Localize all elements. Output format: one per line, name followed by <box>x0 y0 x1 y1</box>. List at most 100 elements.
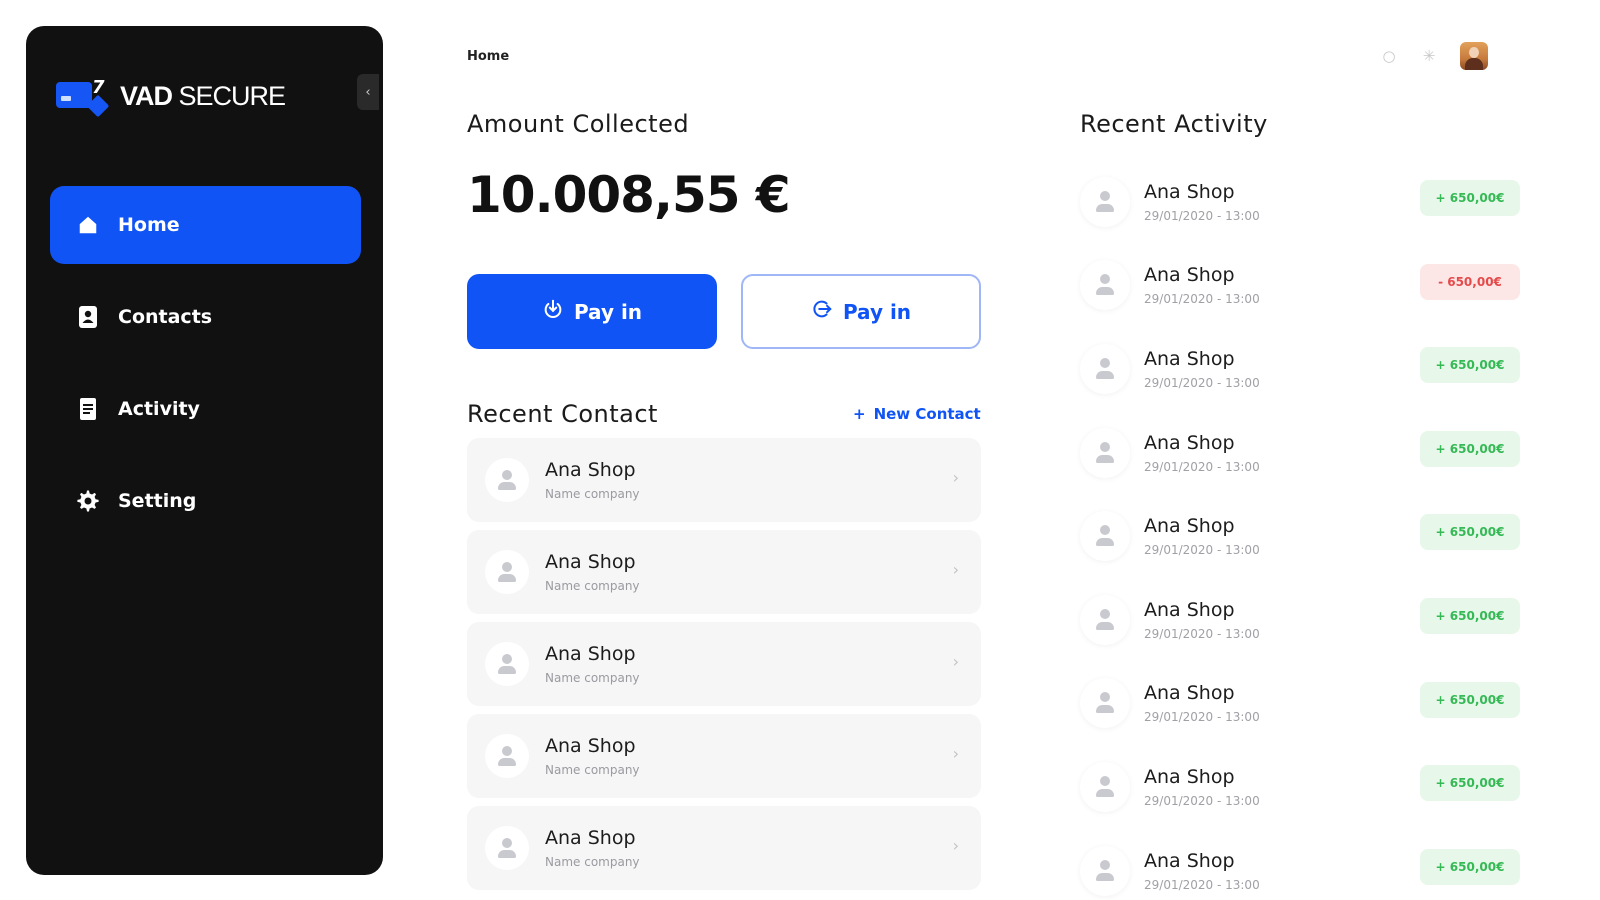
activity-name: Ana Shop <box>1144 765 1235 788</box>
person-icon <box>1080 176 1130 227</box>
download-icon <box>542 298 564 326</box>
activity-row[interactable]: Ana Shop 29/01/2020 - 13:00 + 650,00€ <box>1080 745 1520 829</box>
recent-contact-list: Ana Shop Name company › Ana Shop Name co… <box>467 438 981 898</box>
activity-name: Ana Shop <box>1144 515 1235 538</box>
activity-datetime: 29/01/2020 - 13:00 <box>1144 710 1260 725</box>
chevron-right-icon: › <box>952 652 959 671</box>
sidebar-item-setting[interactable]: Setting <box>50 462 361 540</box>
contact-company: Name company <box>545 579 640 593</box>
search-icon[interactable]: ○ <box>1380 47 1398 65</box>
amount-badge: + 650,00€ <box>1420 597 1520 634</box>
login-icon <box>811 298 833 326</box>
activity-row[interactable]: Ana Shop 29/01/2020 - 13:00 + 650,00€ <box>1080 411 1520 495</box>
sidebar-item-label: Home <box>118 214 180 236</box>
contact-company: Name company <box>545 763 640 777</box>
sidebar-item-home[interactable]: Home <box>50 186 361 264</box>
amount-collected-value: 10.008,55 € <box>467 166 791 224</box>
activity-datetime: 29/01/2020 - 13:00 <box>1144 459 1260 474</box>
chevron-right-icon: › <box>952 468 959 487</box>
recent-contact-title: Recent Contact <box>467 400 658 428</box>
contact-company: Name company <box>545 487 640 501</box>
person-icon <box>485 550 529 594</box>
recent-activity-title: Recent Activity <box>1080 110 1268 138</box>
chevron-right-icon: › <box>952 836 959 855</box>
activity-row[interactable]: Ana Shop 29/01/2020 - 13:00 + 650,00€ <box>1080 662 1520 746</box>
sidebar-item-label: Activity <box>118 398 200 420</box>
sidebar-item-label: Contacts <box>118 306 213 328</box>
person-icon <box>1080 343 1130 394</box>
contact-row[interactable]: Ana Shop Name company › <box>467 530 981 614</box>
gear-icon <box>76 489 100 513</box>
person-icon <box>1080 260 1130 311</box>
contact-row[interactable]: Ana Shop Name company › <box>467 806 981 890</box>
person-icon <box>1080 678 1130 729</box>
activity-row[interactable]: Ana Shop 29/01/2020 - 13:00 + 650,00€ <box>1080 578 1520 662</box>
amount-badge: + 650,00€ <box>1420 681 1520 718</box>
activity-row[interactable]: Ana Shop 29/01/2020 - 13:00 + 650,00€ <box>1080 494 1520 578</box>
home-icon <box>76 213 100 237</box>
amount-badge: - 650,00€ <box>1420 263 1520 300</box>
logo-mark-icon: 7 <box>56 76 116 118</box>
pay-in-label: Pay in <box>573 299 643 324</box>
recent-activity-list: Ana Shop 29/01/2020 - 13:00 + 650,00€ An… <box>1080 160 1520 900</box>
theme-toggle-icon[interactable]: ✳ <box>1420 47 1438 65</box>
contact-row[interactable]: Ana Shop Name company › <box>467 622 981 706</box>
person-icon <box>485 734 529 778</box>
contact-company: Name company <box>545 855 640 869</box>
amount-badge: + 650,00€ <box>1420 347 1520 384</box>
person-icon <box>1080 761 1130 812</box>
activity-datetime: 29/01/2020 - 13:00 <box>1144 793 1260 808</box>
chevron-right-icon: › <box>952 560 959 579</box>
activity-datetime: 29/01/2020 - 13:00 <box>1144 375 1260 390</box>
new-contact-link[interactable]: + New Contact <box>853 405 981 423</box>
sidebar-item-activity[interactable]: Activity <box>50 370 361 448</box>
activity-row[interactable]: Ana Shop 29/01/2020 - 13:00 + 650,00€ <box>1080 327 1520 411</box>
activity-name: Ana Shop <box>1144 598 1235 621</box>
amount-badge: + 650,00€ <box>1420 514 1520 551</box>
contact-row[interactable]: Ana Shop Name company › <box>467 714 981 798</box>
activity-name: Ana Shop <box>1144 682 1235 705</box>
activity-name: Ana Shop <box>1144 180 1235 203</box>
contact-row[interactable]: Ana Shop Name company › <box>467 438 981 522</box>
activity-datetime: 29/01/2020 - 13:00 <box>1144 626 1260 641</box>
amount-badge: + 650,00€ <box>1420 180 1520 216</box>
amount-badge: + 650,00€ <box>1420 765 1520 802</box>
sidebar-item-label: Setting <box>118 490 197 512</box>
sidebar-item-contacts[interactable]: Contacts <box>50 278 361 356</box>
activity-name: Ana Shop <box>1144 431 1235 454</box>
contact-name: Ana Shop <box>545 551 636 573</box>
activity-datetime: 29/01/2020 - 13:00 <box>1144 543 1260 558</box>
new-contact-label: New Contact <box>873 405 981 423</box>
user-avatar[interactable] <box>1460 42 1488 70</box>
contact-name: Ana Shop <box>545 643 636 665</box>
contact-name: Ana Shop <box>545 827 636 849</box>
pay-in-outline-button[interactable]: Pay in <box>741 274 981 349</box>
pay-in-label: Pay in <box>842 299 912 324</box>
activity-row[interactable]: Ana Shop 29/01/2020 - 13:00 + 650,00€ <box>1080 829 1520 900</box>
person-icon <box>485 826 529 870</box>
logo-text: VAD SECURE <box>120 80 286 111</box>
person-icon <box>1080 845 1130 896</box>
activity-name: Ana Shop <box>1144 347 1235 370</box>
activity-datetime: 29/01/2020 - 13:00 <box>1144 208 1260 223</box>
activity-icon <box>76 397 100 421</box>
sidebar-collapse-button[interactable]: ‹ <box>357 74 379 110</box>
activity-row[interactable]: Ana Shop 29/01/2020 - 13:00 + 650,00€ <box>1080 160 1520 244</box>
topbar-icons: ○ ✳ <box>1380 42 1488 70</box>
logo[interactable]: 7 VAD SECURE <box>56 76 286 118</box>
activity-row[interactable]: Ana Shop 29/01/2020 - 13:00 - 650,00€ <box>1080 244 1520 328</box>
sidebar: 7 VAD SECURE ‹ Home Contacts Activity Se… <box>26 26 383 875</box>
person-icon <box>1080 594 1130 645</box>
person-icon <box>485 642 529 686</box>
sidebar-nav: Home Contacts Activity Setting <box>50 186 361 554</box>
breadcrumb[interactable]: Home <box>467 49 509 64</box>
contact-name: Ana Shop <box>545 459 636 481</box>
plus-icon: + <box>853 405 866 423</box>
contacts-icon <box>76 305 100 329</box>
chevron-right-icon: › <box>952 744 959 763</box>
amount-badge: + 650,00€ <box>1420 848 1520 885</box>
person-icon <box>1080 511 1130 562</box>
activity-datetime: 29/01/2020 - 13:00 <box>1144 292 1260 307</box>
pay-in-button[interactable]: Pay in <box>467 274 717 349</box>
activity-datetime: 29/01/2020 - 13:00 <box>1144 877 1260 892</box>
